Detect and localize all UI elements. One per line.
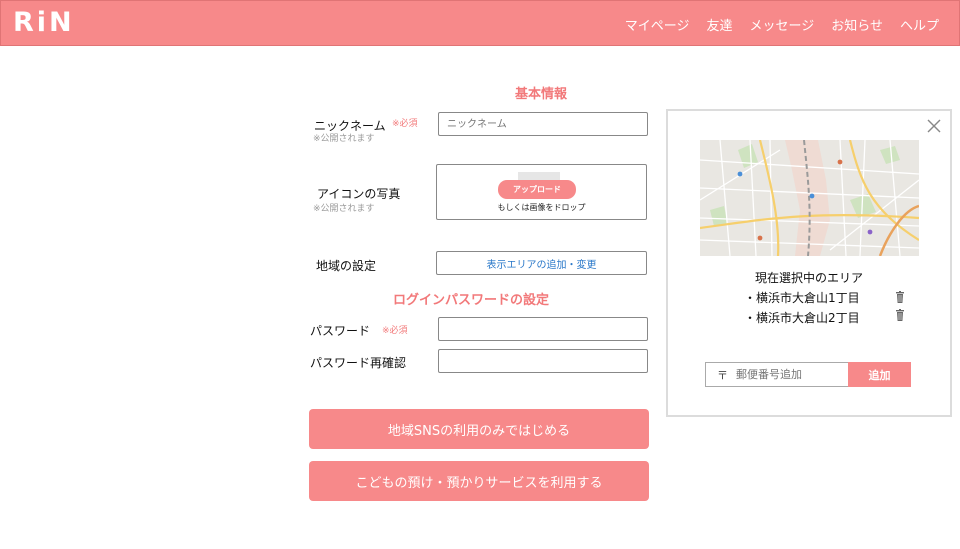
- icon-dropzone[interactable]: アップロード もしくは画像をドロップ: [436, 164, 647, 220]
- nav-item-help[interactable]: ヘルプ: [900, 15, 939, 34]
- nav-item-messages[interactable]: メッセージ: [749, 15, 814, 34]
- trash-icon[interactable]: [895, 309, 905, 321]
- nav-item-notifications[interactable]: お知らせ: [831, 15, 883, 34]
- password-confirm-input[interactable]: [438, 349, 648, 373]
- password-required-mark: ※必須: [382, 326, 408, 336]
- icon-photo-label: アイコンの写真: [317, 187, 401, 201]
- drop-hint: もしくは画像をドロップ: [497, 203, 586, 212]
- region-label: 地域の設定: [316, 259, 377, 273]
- nickname-public-note: ※公開されます: [313, 134, 375, 144]
- basic-info-title: 基本情報: [515, 87, 568, 102]
- nickname-required-mark: ※必須: [392, 119, 418, 129]
- nickname-input[interactable]: [438, 112, 648, 136]
- password-section-title: ログインパスワードの設定: [393, 293, 550, 308]
- password-label: パスワード: [310, 324, 371, 338]
- edit-area-button[interactable]: 表示エリアの追加・変更: [436, 251, 647, 275]
- app-logo[interactable]: RiN: [13, 7, 75, 38]
- icon-public-note: ※公開されます: [313, 204, 375, 214]
- selected-area-item: ・横浜市大倉山2丁目: [744, 311, 860, 325]
- password-input[interactable]: [438, 317, 648, 341]
- upload-button[interactable]: アップロード: [498, 180, 576, 199]
- postal-mark-icon: 〒: [717, 369, 728, 382]
- area-panel: 現在選択中のエリア ・横浜市大倉山1丁目 ・横浜市大倉山2丁目 〒 追加: [666, 109, 952, 417]
- selected-area-title: 現在選択中のエリア: [754, 271, 863, 285]
- upload-tab-decoration: [518, 172, 560, 180]
- add-zip-button[interactable]: 追加: [848, 362, 911, 387]
- zip-input[interactable]: [736, 365, 846, 384]
- start-sns-only-button[interactable]: 地域SNSの利用のみではじめる: [309, 409, 649, 449]
- app-header: RiN マイページ 友達 メッセージ お知らせ ヘルプ: [0, 0, 960, 46]
- password-confirm-label: パスワード再確認: [310, 356, 407, 370]
- main-nav: マイページ 友達 メッセージ お知らせ ヘルプ: [625, 15, 939, 34]
- zip-field[interactable]: 〒: [705, 362, 849, 387]
- trash-icon[interactable]: [895, 291, 905, 303]
- nav-item-friends[interactable]: 友達: [706, 15, 732, 34]
- selected-area-item: ・横浜市大倉山1丁目: [744, 291, 860, 305]
- area-map[interactable]: [700, 140, 919, 256]
- use-childcare-service-button[interactable]: こどもの預け・預かりサービスを利用する: [309, 461, 649, 501]
- nav-item-mypage[interactable]: マイページ: [625, 15, 690, 34]
- close-icon[interactable]: [926, 118, 942, 134]
